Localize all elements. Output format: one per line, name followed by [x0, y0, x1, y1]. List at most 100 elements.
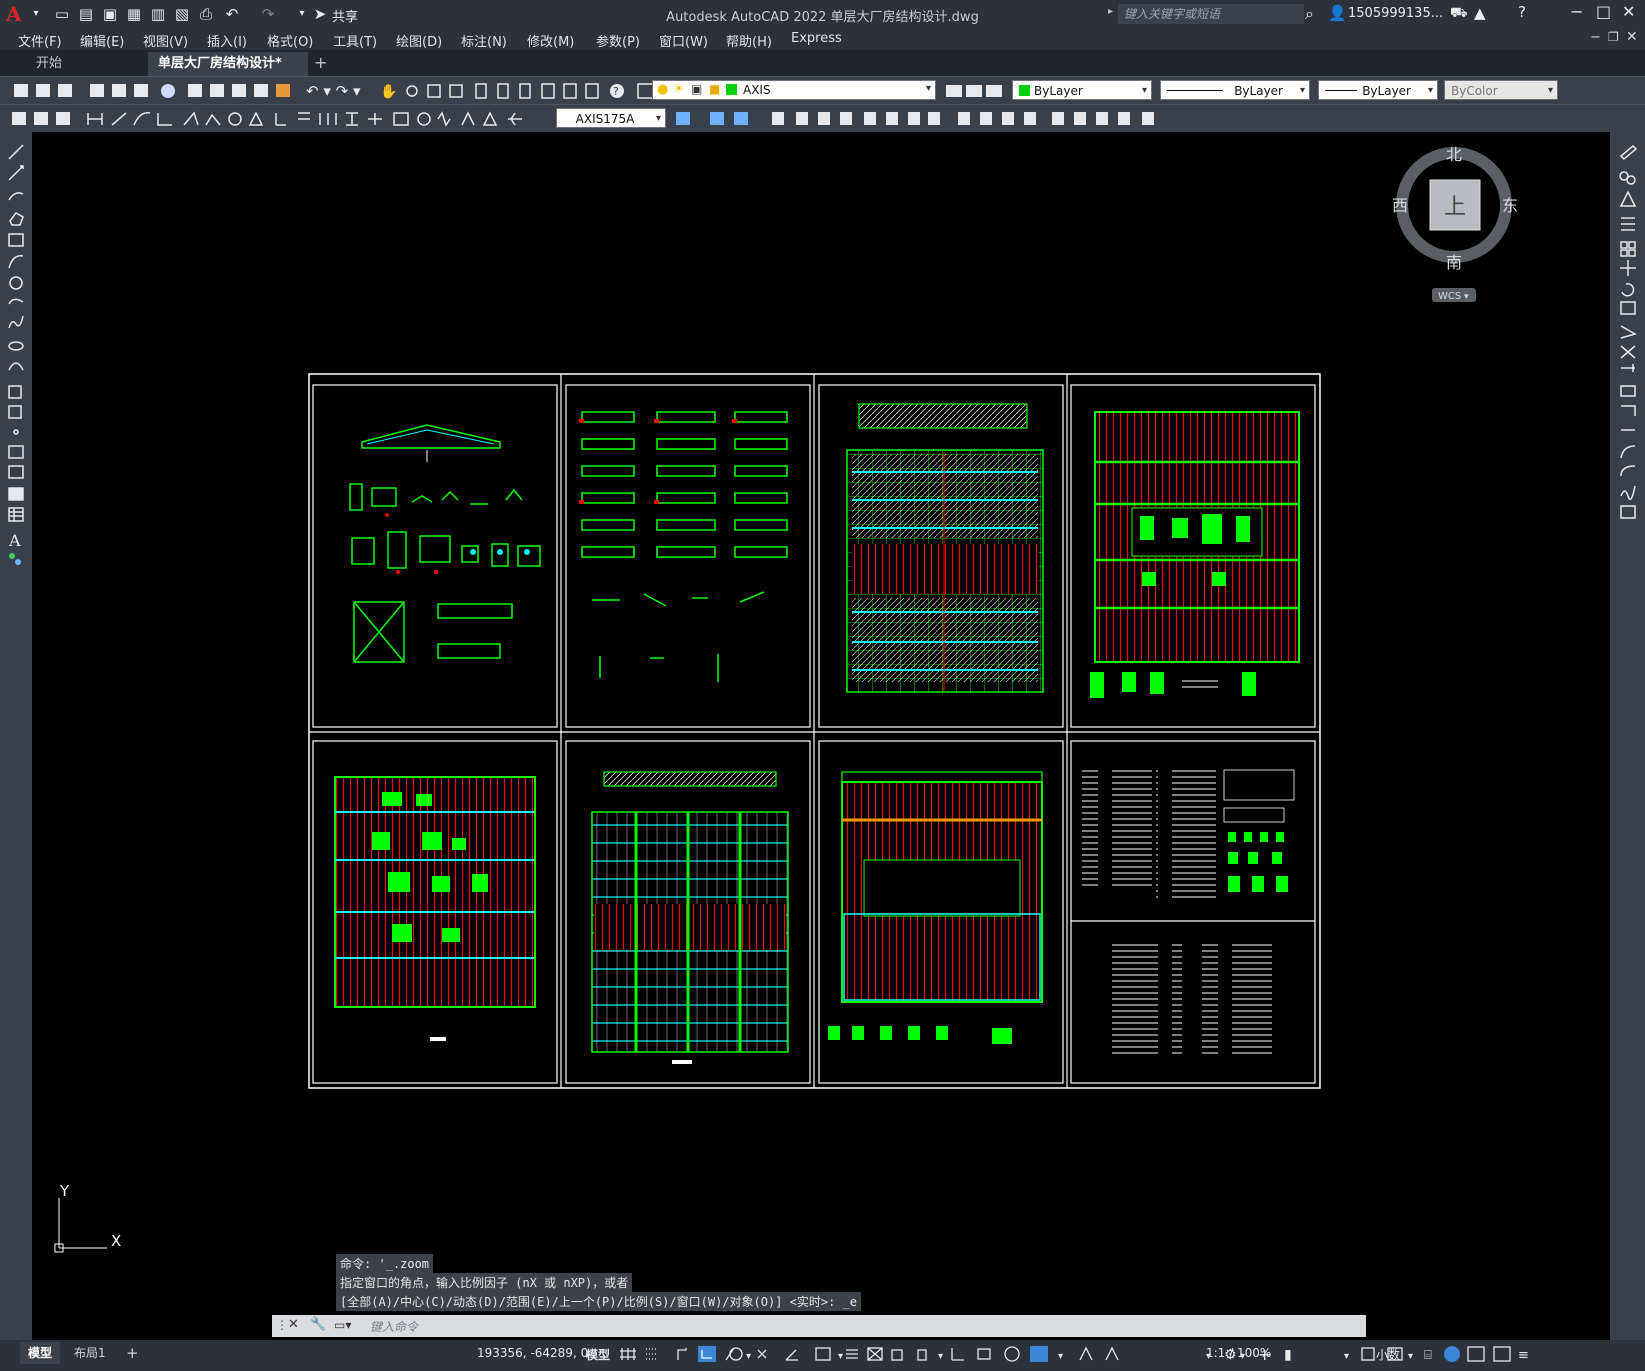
layer-dropdown[interactable]: ● ☀ ▣ ■ AXIS ▾ [652, 80, 936, 100]
doc-close-icon[interactable]: ✕ [1626, 29, 1638, 45]
help-icon[interactable]: ? [1518, 3, 1526, 21]
linetype-value: ByLayer [1234, 84, 1283, 98]
doc-restore-icon[interactable]: ❐ [1608, 30, 1619, 44]
command-grip-icon[interactable]: ⋮ [276, 1318, 288, 1332]
layer-tools-icons[interactable] [944, 81, 1006, 101]
svg-text:▮: ▮ [1284, 1347, 1292, 1363]
user-icon[interactable]: 👤 [1328, 4, 1347, 22]
plotstyle-value: ByColor [1451, 84, 1498, 98]
chevron-down-icon: ▾ [1547, 85, 1553, 96]
title-bar: A ▾ ▭ ▤ ▣ ▦ ▥ ▧ ⎙ ↶ ↷ ▾ ➤ 共享 Autodesk Au… [0, 0, 1645, 28]
search-input[interactable]: 键入关键字或短语 [1118, 4, 1304, 24]
chevron-down-icon[interactable]: ▾ [26, 4, 46, 24]
save-icon[interactable]: ▣ [100, 4, 120, 24]
expand-search-icon[interactable]: ▸ [1108, 6, 1113, 17]
dimension-toolbar-icons[interactable] [8, 109, 548, 129]
minimize-icon[interactable]: − [1570, 2, 1583, 21]
autodesk-app-icon[interactable]: ▲ [1474, 4, 1486, 22]
svg-text:▾: ▾ [746, 1351, 751, 1362]
menu-tools[interactable]: 工具(T) [333, 31, 377, 50]
tab-model[interactable]: 模型 [20, 1342, 61, 1364]
share-icon[interactable]: ➤ [310, 4, 330, 24]
viewport-freeze-icon: ▣ [691, 82, 703, 96]
chevron-down-icon: ▾ [1299, 85, 1305, 96]
svg-text:?: ? [613, 85, 619, 98]
standard-toolbar-icons[interactable]: ↶ ▾ ↷ ▾ ✋ ? [10, 81, 670, 101]
open-file-icon[interactable]: ▤ [76, 4, 96, 24]
undo-icon[interactable]: ↶ [222, 4, 242, 24]
menu-edit[interactable]: 编辑(E) [80, 31, 124, 50]
maximize-icon[interactable]: □ [1596, 2, 1611, 21]
doc-minimize-icon[interactable]: − [1590, 30, 1601, 45]
draw-toolbar-icons[interactable]: A [6, 142, 28, 712]
open-web-icon[interactable]: ▥ [148, 4, 168, 24]
color-dropdown[interactable]: ByLayer ▾ [1012, 80, 1152, 100]
viewcube-east-label[interactable]: 东 [1502, 196, 1518, 215]
modify-toolbar-icons[interactable] [672, 109, 1212, 129]
viewcube-south-label[interactable]: 南 [1446, 253, 1462, 272]
share-button[interactable]: 共享 [332, 6, 358, 25]
cart-icon[interactable]: ⛟ [1450, 5, 1468, 23]
print-icon[interactable]: ⎙ [196, 4, 216, 24]
recent-commands-icon[interactable]: ▭▾ [334, 1318, 351, 1332]
annotation-scale[interactable]: 1:1 / 100% [1206, 1346, 1271, 1360]
menu-help[interactable]: 帮助(H) [726, 31, 772, 50]
close-icon[interactable]: ✕ [1622, 2, 1635, 21]
lineweight-value: ByLayer [1362, 84, 1411, 98]
sun-icon: ☀ [673, 82, 685, 97]
autocad-logo-icon[interactable]: A [6, 2, 22, 26]
menu-express[interactable]: Express [791, 31, 842, 46]
user-name[interactable]: 1505999135... [1348, 6, 1443, 21]
status-toggles[interactable]: ▾ ▾ ▾ ▾ ▾ ⚙ ▾ + ▮ ▾ ▾ ⌸ ≡ [618, 1344, 1608, 1364]
dimstyle-dropdown[interactable]: AXIS175A ▾ [556, 108, 666, 128]
redo-icon[interactable]: ↷ [258, 4, 278, 24]
drawing-sheets[interactable]: 北 南 东 西 上 WCS ▾ Y X [32, 132, 1610, 1340]
save-as-icon[interactable]: ▦ [124, 4, 144, 24]
menu-modify[interactable]: 修改(M) [527, 31, 574, 50]
coordinates-readout[interactable]: 193356, -64289, 0 [477, 1346, 588, 1360]
svg-text:▾: ▾ [838, 1351, 843, 1362]
command-history-line: 指定窗口的角点，输入比例因子 (nX 或 nXP)，或者 [336, 1273, 633, 1292]
command-history-line: [全部(A)/中心(C)/动态(D)/范围(E)/上一个(P)/比例(S)/窗口… [336, 1292, 861, 1311]
menu-draw[interactable]: 绘图(D) [396, 31, 442, 50]
save-web-icon[interactable]: ▧ [172, 4, 192, 24]
layer-color-swatch [726, 84, 737, 95]
sheet-3-roof-plan [846, 403, 1044, 693]
model-space-toggle[interactable]: 模型 [586, 1346, 610, 1363]
drawing-canvas[interactable]: 北 南 东 西 上 WCS ▾ Y X [32, 132, 1610, 1340]
add-layout-icon[interactable]: + [126, 1344, 139, 1362]
units-dropdown[interactable]: 小数 [1376, 1346, 1400, 1363]
modify-toolbar [1610, 132, 1645, 1340]
new-file-icon[interactable]: ▭ [52, 4, 72, 24]
viewcube-north-label[interactable]: 北 [1446, 145, 1462, 164]
tab-drawing[interactable]: 单层大厂房结构设计* ✕ [148, 52, 308, 95]
new-tab-icon[interactable]: + [314, 53, 327, 72]
menu-window[interactable]: 窗口(W) [659, 31, 708, 50]
wrench-icon[interactable]: 🔧 [310, 1317, 326, 1332]
command-input[interactable] [272, 1315, 1366, 1337]
tab-start[interactable]: 开始 [26, 52, 146, 76]
viewcube-top-face[interactable]: 上 [1444, 195, 1466, 220]
svg-text:⌸: ⌸ [1424, 1348, 1432, 1363]
dimension-toolbar: AXIS175A ▾ [0, 104, 1645, 133]
sheet-8-design-notes [1082, 769, 1295, 1054]
customize-dropdown-icon[interactable]: ▾ [292, 4, 312, 24]
viewcube-west-label[interactable]: 西 [1392, 196, 1408, 215]
modify-side-icons[interactable] [1618, 142, 1640, 662]
ucs-x-label: X [111, 1232, 121, 1250]
menu-insert[interactable]: 插入(I) [207, 31, 247, 50]
menu-file[interactable]: 文件(F) [18, 31, 62, 50]
draw-toolbar: A [0, 132, 32, 1340]
plotstyle-dropdown[interactable]: ByColor ▾ [1444, 80, 1558, 100]
menu-format[interactable]: 格式(O) [267, 31, 313, 50]
search-icon[interactable]: ⌕ [1305, 4, 1314, 24]
menu-view[interactable]: 视图(V) [143, 31, 188, 50]
tab-layout1[interactable]: 布局1 [66, 1342, 114, 1364]
svg-text:▾: ▾ [1344, 1351, 1349, 1362]
menu-parametric[interactable]: 参数(P) [596, 31, 640, 50]
lineweight-dropdown[interactable]: ByLayer ▾ [1318, 80, 1438, 100]
close-command-icon[interactable]: ✕ [288, 1317, 299, 1332]
linetype-dropdown[interactable]: ByLayer ▾ [1160, 80, 1310, 100]
menu-dimension[interactable]: 标注(N) [461, 31, 507, 50]
sheet-2-beam-details [581, 411, 788, 682]
